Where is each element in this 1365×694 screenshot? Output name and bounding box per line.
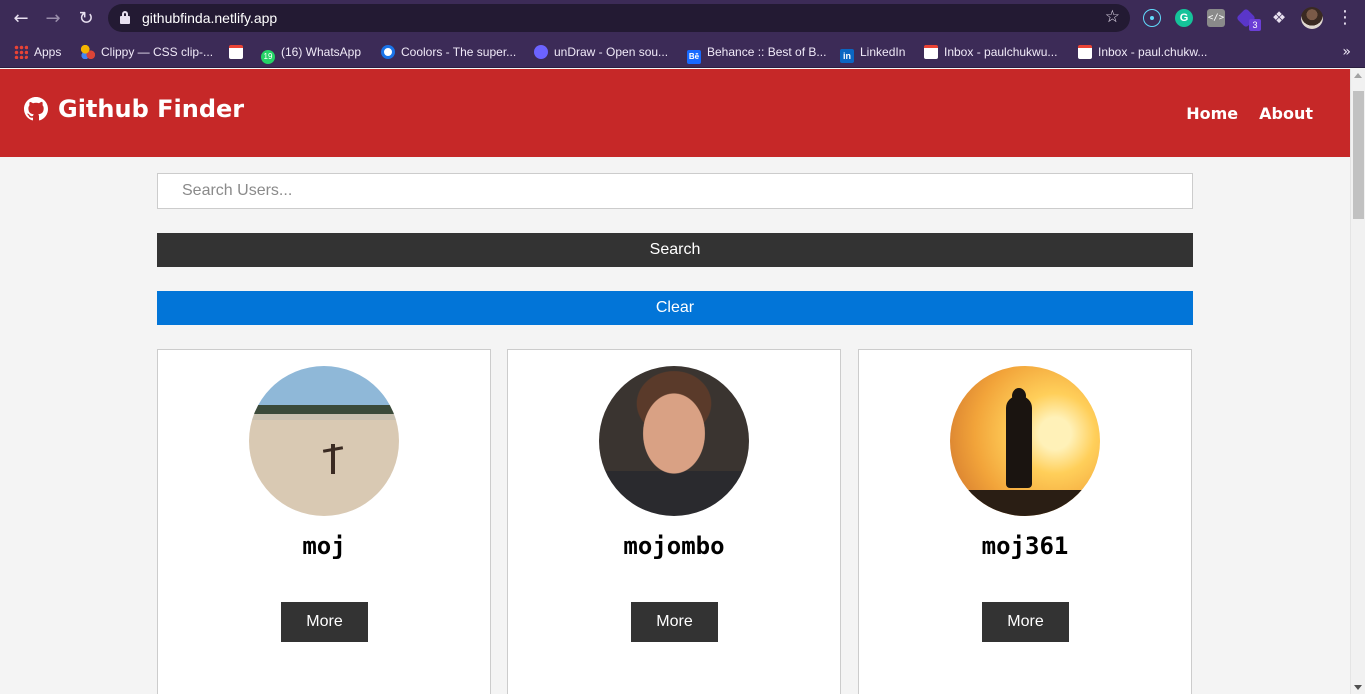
bookmark-label: Inbox - paul.chukw... [1098,45,1208,59]
react-devtools-icon[interactable] [1143,9,1161,27]
clippy-icon [81,45,95,59]
user-avatar [599,366,749,516]
behance-icon: Bē [687,50,701,64]
user-card: moj361 More [858,349,1192,694]
clear-button[interactable]: Clear [157,291,1193,325]
bookmark-linkedin[interactable]: in LinkedIn [840,44,906,63]
github-icon [24,97,48,121]
more-button[interactable]: More [631,602,718,642]
more-bookmarks-icon[interactable]: » [1342,44,1351,60]
user-avatar [950,366,1100,516]
bookmark-label: unDraw - Open sou... [554,45,669,59]
user-login: mojombo [623,532,725,560]
bookmark-label: LinkedIn [860,45,906,59]
search-input[interactable] [157,173,1193,209]
scroll-thumb[interactable] [1353,91,1364,219]
gmail-icon [229,45,243,59]
navbar: Github Finder Home About [0,69,1350,157]
bookmark-label: Apps [34,45,62,59]
bookmark-gmail[interactable] [229,44,249,62]
scroll-up-arrow-icon[interactable] [1354,73,1362,78]
whatsapp-icon: 19 [261,50,275,64]
nav-home-link[interactable]: Home [1186,104,1238,123]
grammarly-icon[interactable]: G [1175,9,1193,27]
brand[interactable]: Github Finder [24,95,244,123]
bookmark-coolors[interactable]: Coolors - The super... [381,44,516,62]
user-login: moj [302,532,346,560]
reload-icon[interactable]: ↻ [76,9,96,29]
scroll-down-arrow-icon[interactable] [1354,685,1362,690]
bookmark-whatsapp[interactable]: 19 (16) WhatsApp [261,44,362,64]
extensions-puzzle-icon[interactable]: ❖ [1270,9,1288,27]
url-text[interactable]: githubfinda.netlify.app [142,10,277,26]
user-login: moj361 [981,532,1069,560]
page-viewport: Github Finder Home About Search Clear mo… [0,69,1350,694]
bookmark-label: (16) WhatsApp [281,45,362,59]
bookmark-inbox-2[interactable]: Inbox - paul.chukw... [1078,44,1207,62]
bookmark-label: Coolors - The super... [401,45,517,59]
undraw-icon [534,45,548,59]
gmail-icon [924,45,938,59]
lock-icon [120,11,130,24]
bookmarks-bar: Apps Clippy — CSS clip-... 19 (16) WhatsA… [0,37,1365,68]
bookmark-label: Behance :: Best of B... [707,45,827,59]
bookmark-label: Inbox - paulchukwu... [944,45,1058,59]
bookmark-label: Clippy — CSS clip-... [101,45,214,59]
nav-links: Home About [1186,104,1313,123]
browser-toolbar: ← → ↻ githubfinda.netlify.app ☆ G </> 3 … [0,0,1365,37]
apps-grid-icon [14,45,28,59]
code-extension-icon[interactable]: </> [1207,9,1225,27]
back-icon[interactable]: ← [11,9,31,29]
gmail-icon [1078,45,1092,59]
browser-menu-icon[interactable]: ⋮ [1336,7,1354,28]
search-button[interactable]: Search [157,233,1193,267]
bookmark-apps[interactable]: Apps [14,44,61,62]
coolors-icon [381,45,395,59]
bookmark-behance[interactable]: Bē Behance :: Best of B... [687,44,827,64]
page-scrollbar[interactable] [1350,69,1365,694]
profile-avatar[interactable] [1301,7,1323,29]
linkedin-icon: in [840,49,854,63]
nav-about-link[interactable]: About [1259,104,1313,123]
user-avatar [249,366,399,516]
user-card: mojombo More [507,349,841,694]
extension-badge: 3 [1249,19,1261,31]
bookmark-inbox-1[interactable]: Inbox - paulchukwu... [924,44,1057,62]
address-bar[interactable]: githubfinda.netlify.app ☆ [108,4,1130,32]
bookmark-undraw[interactable]: unDraw - Open sou... [534,44,668,62]
brand-title: Github Finder [58,95,245,123]
user-card: moj More [157,349,491,694]
more-button[interactable]: More [281,602,368,642]
forward-icon[interactable]: → [43,9,63,29]
bookmark-clippy[interactable]: Clippy — CSS clip-... [81,44,213,62]
more-button[interactable]: More [982,602,1069,642]
bookmark-star-icon[interactable]: ☆ [1105,7,1120,27]
